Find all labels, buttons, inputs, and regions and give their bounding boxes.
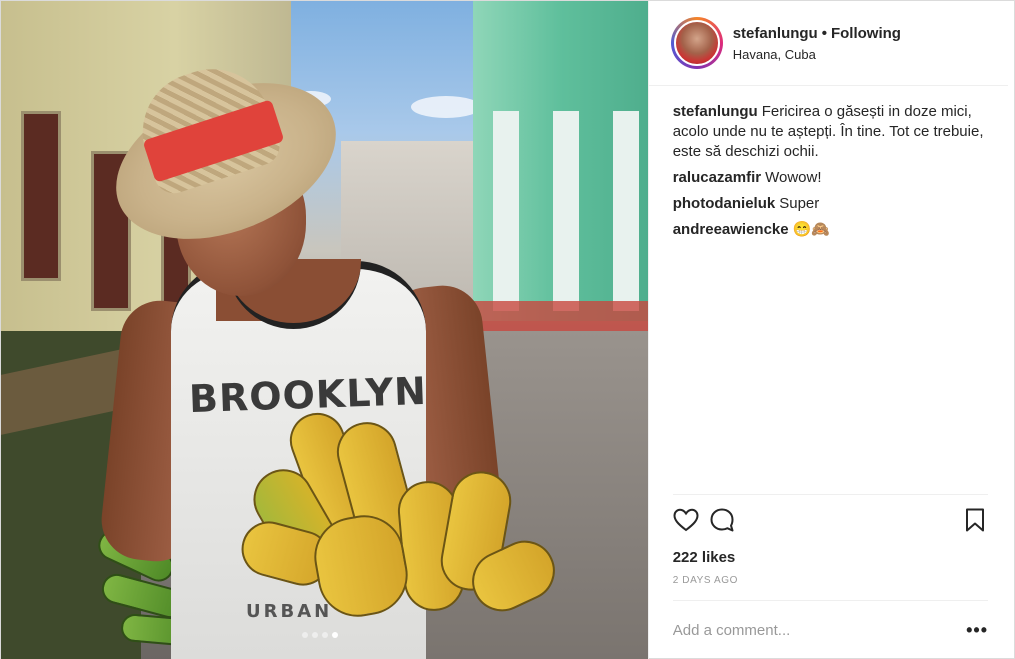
column bbox=[552, 111, 579, 311]
comment-text: Super bbox=[779, 195, 820, 212]
save-button[interactable] bbox=[962, 507, 988, 533]
following-button[interactable]: Following bbox=[831, 25, 901, 42]
like-button[interactable] bbox=[673, 507, 699, 533]
comment-username[interactable]: ralucazamfir bbox=[673, 169, 761, 186]
comment-username[interactable]: photodanieluk bbox=[673, 195, 776, 212]
post-header: stefanlungu • Following Havana, Cuba bbox=[648, 1, 1008, 86]
carousel-dot[interactable] bbox=[302, 632, 308, 638]
more-options-button[interactable]: ••• bbox=[966, 620, 988, 641]
post-date: 2 DAYS AGO bbox=[672, 575, 739, 586]
add-comment-input[interactable] bbox=[672, 622, 967, 639]
action-icons bbox=[673, 507, 988, 533]
comment-item: stefanlungu Fericirea o găsești in doze m… bbox=[673, 102, 990, 162]
header-text: stefanlungu • Following Havana, Cuba bbox=[733, 25, 901, 62]
window bbox=[21, 111, 61, 281]
comment-username[interactable]: stefanlungu bbox=[673, 103, 758, 120]
comments-list: stefanlungu Fericirea o găsești in doze m… bbox=[649, 86, 1014, 494]
comment-text: 😁🙈 bbox=[792, 221, 830, 238]
carousel-dot[interactable] bbox=[312, 632, 318, 638]
shirt-print-bottom: URBAN bbox=[246, 601, 333, 622]
comment-item: andreeawiencke 😁🙈 bbox=[673, 220, 990, 240]
bookmark-icon bbox=[966, 508, 984, 532]
post-actions: 222 likes 2 DAYS AGO bbox=[672, 494, 988, 586]
avatar[interactable] bbox=[670, 17, 723, 69]
header-line: stefanlungu • Following bbox=[733, 25, 901, 42]
heart-icon bbox=[673, 508, 699, 532]
column bbox=[492, 111, 519, 311]
comment-text: Wowow! bbox=[765, 169, 822, 186]
username-link[interactable]: stefanlungu bbox=[733, 25, 818, 42]
carousel-dot[interactable] bbox=[322, 632, 328, 638]
likes-count[interactable]: 222 likes bbox=[673, 549, 988, 566]
building-right bbox=[472, 1, 648, 341]
comment-username[interactable]: andreeawiencke bbox=[673, 221, 789, 238]
comment-icon bbox=[710, 508, 734, 532]
more-icon: ••• bbox=[966, 620, 988, 640]
cloud bbox=[411, 96, 481, 118]
location-link[interactable]: Havana, Cuba bbox=[733, 47, 901, 62]
carousel-dot-active[interactable] bbox=[332, 632, 338, 638]
comment-item: photodanieluk Super bbox=[673, 194, 990, 214]
add-comment-bar: ••• bbox=[672, 600, 988, 659]
carousel-indicator bbox=[302, 632, 338, 638]
post-side-panel: stefanlungu • Following Havana, Cuba stefa… bbox=[647, 1, 1014, 659]
avatar-image bbox=[673, 20, 720, 66]
curb bbox=[471, 301, 648, 331]
separator-dot: • bbox=[821, 24, 827, 42]
post-photo[interactable]: BROOKLYN URBAN bbox=[1, 1, 648, 659]
comment-button[interactable] bbox=[709, 507, 735, 533]
column bbox=[612, 111, 639, 311]
instagram-post: BROOKLYN URBAN stefanlungu • Following H… bbox=[0, 0, 1015, 659]
comment-item: ralucazamfir Wowow! bbox=[673, 168, 990, 188]
